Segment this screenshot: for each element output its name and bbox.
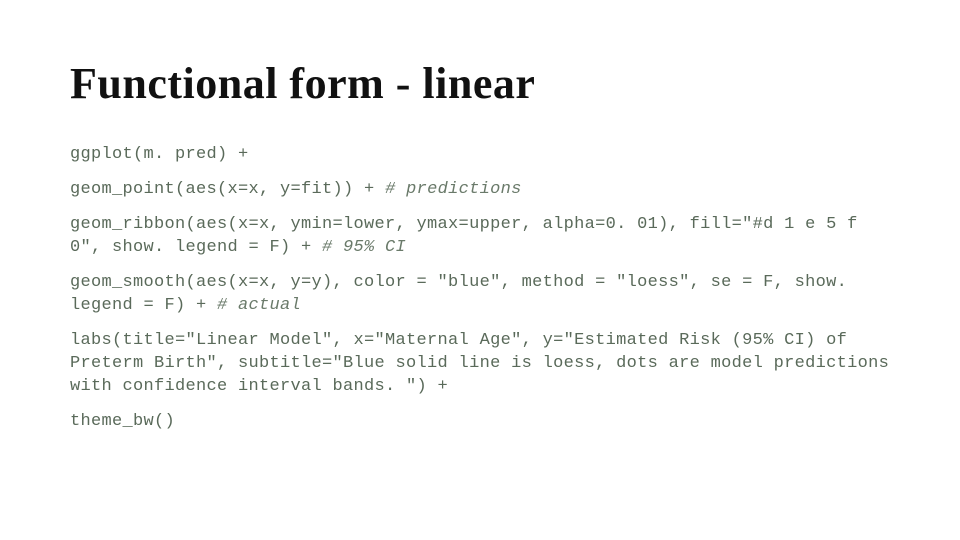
code-text: ggplot(m. pred) +: [70, 145, 249, 164]
code-comment: # 95% CI: [322, 238, 406, 257]
code-line: theme_bw(): [70, 411, 890, 434]
code-text: geom_point(aes(x=x, y=fit)) +: [70, 180, 385, 199]
slide: Functional form - linear ggplot(m. pred)…: [0, 0, 960, 540]
code-text: labs(title="Linear Model", x="Maternal A…: [70, 331, 900, 396]
code-block: ggplot(m. pred) + geom_point(aes(x=x, y=…: [70, 144, 890, 433]
code-text: geom_ribbon(aes(x=x, ymin=lower, ymax=up…: [70, 215, 868, 257]
code-line: geom_point(aes(x=x, y=fit)) + # predicti…: [70, 179, 890, 202]
code-line: labs(title="Linear Model", x="Maternal A…: [70, 330, 890, 399]
code-text: geom_smooth(aes(x=x, y=y), color = "blue…: [70, 273, 858, 315]
code-line: geom_smooth(aes(x=x, y=y), color = "blue…: [70, 272, 890, 318]
code-comment: # actual: [217, 296, 301, 315]
code-comment: # predictions: [385, 180, 522, 199]
code-line: ggplot(m. pred) +: [70, 144, 890, 167]
code-text: theme_bw(): [70, 412, 175, 431]
code-line: geom_ribbon(aes(x=x, ymin=lower, ymax=up…: [70, 214, 890, 260]
slide-title: Functional form - linear: [70, 60, 890, 108]
